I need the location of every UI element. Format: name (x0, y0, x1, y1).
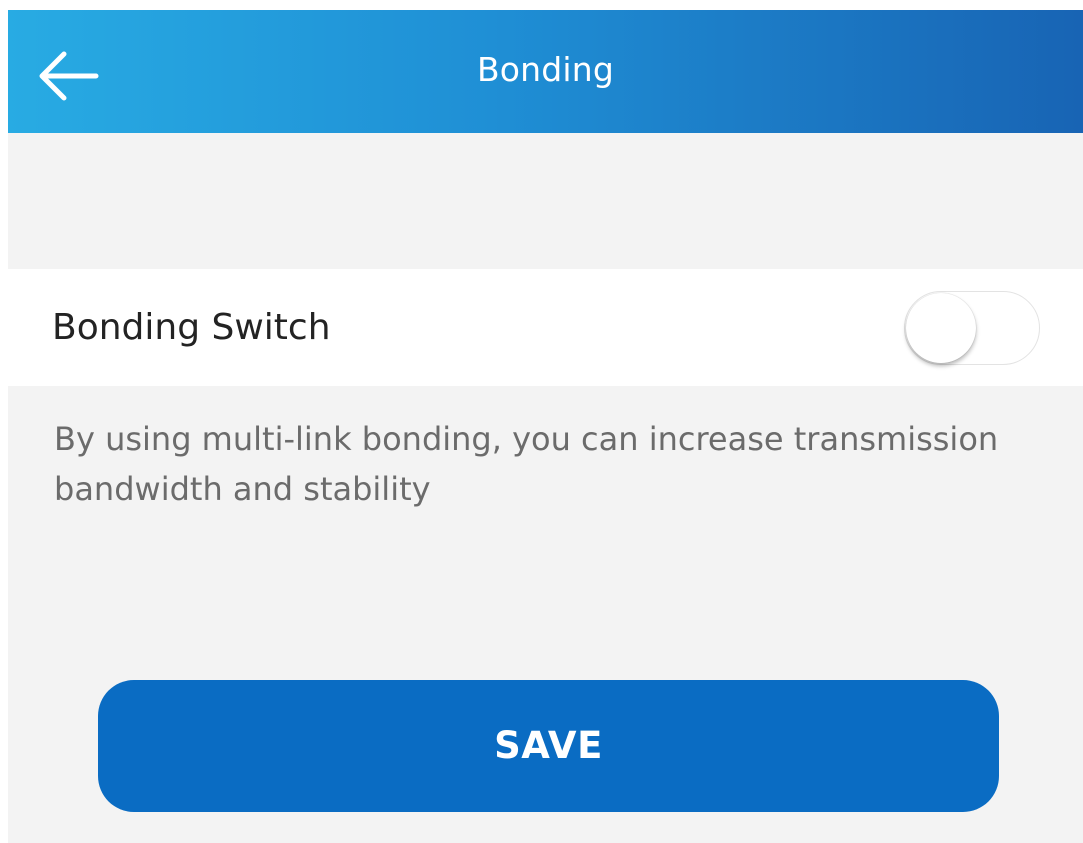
bonding-screen: Bonding Bonding Switch By using multi-li… (8, 10, 1083, 843)
bonding-switch-toggle[interactable] (904, 291, 1040, 365)
bonding-switch-label: Bonding Switch (52, 307, 331, 348)
toggle-knob (906, 293, 976, 363)
bonding-description: By using multi-link bonding, you can inc… (54, 420, 999, 508)
app-header: Bonding (8, 10, 1083, 133)
page-title: Bonding (476, 50, 615, 89)
save-button[interactable]: SAVE (98, 680, 999, 812)
bonding-switch-row: Bonding Switch (8, 269, 1083, 386)
